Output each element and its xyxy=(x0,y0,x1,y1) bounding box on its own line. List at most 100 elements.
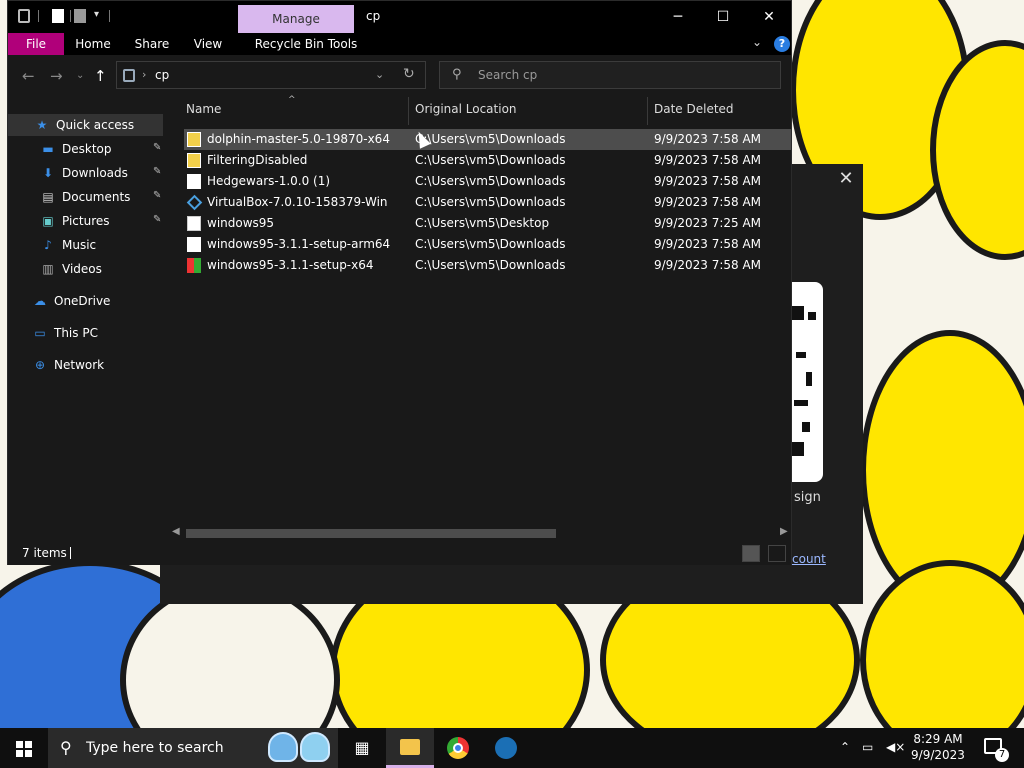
file-name: windows95-3.1.1-setup-x64 xyxy=(207,258,374,272)
sidebar-item-network[interactable]: ⊕ Network xyxy=(32,354,104,376)
sidebar-item-downloads[interactable]: ⬇ Downloads xyxy=(40,162,128,184)
title-bar: ▾ Manage cp ─ ☐ ✕ xyxy=(8,1,791,33)
file-explorer-icon[interactable] xyxy=(386,728,434,768)
search-highlight-icon[interactable] xyxy=(300,732,330,762)
table-row[interactable]: windows95-3.1.1-setup-x64 C:\Users\vm5\D… xyxy=(184,255,791,276)
pin-icon[interactable]: ✎ xyxy=(153,142,161,153)
file-name: windows95-3.1.1-setup-arm64 xyxy=(207,237,391,251)
installer-icon xyxy=(187,258,201,273)
column-divider[interactable] xyxy=(647,97,648,125)
column-header-original-location[interactable]: Original Location xyxy=(415,102,517,116)
file-icon xyxy=(187,237,201,252)
item-count: 7 items xyxy=(22,546,67,560)
tab-share[interactable]: Share xyxy=(132,33,172,55)
scrollbar-thumb[interactable] xyxy=(186,529,556,538)
chevron-down-icon[interactable]: ⌄ xyxy=(375,68,384,81)
file-name: FilteringDisabled xyxy=(207,153,308,167)
refresh-icon[interactable]: ↻ xyxy=(403,66,415,82)
recent-locations-icon[interactable]: ⌄ xyxy=(76,70,84,81)
search-icon: ⚲ xyxy=(60,738,72,757)
column-divider[interactable] xyxy=(408,97,409,125)
pin-icon[interactable]: ✎ xyxy=(153,190,161,201)
address-bar[interactable]: › cp ⌄ ↻ xyxy=(116,61,426,89)
sidebar-item-this-pc[interactable]: ▭ This PC xyxy=(32,322,98,344)
sidebar-item-videos[interactable]: ▥ Videos xyxy=(40,258,102,280)
expand-ribbon-icon[interactable]: ⌄ xyxy=(752,35,762,49)
zip-icon xyxy=(187,153,201,168)
close-icon[interactable]: ✕ xyxy=(746,1,792,33)
file-date: 9/9/2023 7:58 AM xyxy=(654,153,762,167)
column-header-name[interactable]: Name xyxy=(186,102,221,116)
music-icon: ♪ xyxy=(44,238,52,252)
large-icons-view-icon[interactable] xyxy=(768,545,786,562)
tab-view[interactable]: View xyxy=(190,33,226,55)
maximize-icon[interactable]: ☐ xyxy=(700,1,746,33)
divider xyxy=(109,10,110,22)
clock[interactable]: 8:29 AM 9/9/2023 xyxy=(908,731,968,763)
taskbar-search-input[interactable] xyxy=(86,738,266,758)
search-input[interactable] xyxy=(478,66,768,84)
sidebar-item-onedrive[interactable]: ☁ OneDrive xyxy=(32,290,110,312)
sidebar-item-quick-access[interactable]: ★ Quick access xyxy=(8,114,163,136)
sidebar-item-label: This PC xyxy=(54,326,98,340)
sidebar-item-music[interactable]: ♪ Music xyxy=(40,234,96,256)
tab-file[interactable]: File xyxy=(8,33,64,55)
chevron-right-icon[interactable]: › xyxy=(142,68,146,81)
sidebar-item-label: Music xyxy=(62,238,97,252)
steam-icon[interactable] xyxy=(482,728,530,768)
volume-muted-icon[interactable]: ◀× xyxy=(886,740,905,754)
sidebar-item-label: Quick access xyxy=(56,118,135,132)
sidebar-item-label: Documents xyxy=(62,190,131,204)
scroll-left-icon[interactable]: ◀ xyxy=(172,526,180,537)
close-icon[interactable]: ✕ xyxy=(837,170,855,188)
sidebar-item-label: Pictures xyxy=(62,214,110,228)
search-box[interactable]: ⚲ xyxy=(439,61,781,89)
chrome-icon[interactable] xyxy=(434,728,482,768)
search-highlight-icon[interactable] xyxy=(268,732,298,762)
new-folder-icon[interactable] xyxy=(74,9,86,23)
breadcrumb[interactable]: cp xyxy=(155,68,169,82)
table-row[interactable]: FilteringDisabled C:\Users\vm5\Downloads… xyxy=(184,150,791,171)
table-row[interactable]: VirtualBox-7.0.10-158379-Win C:\Users\vm… xyxy=(184,192,791,213)
taskbar-search[interactable]: ⚲ xyxy=(48,728,338,768)
tab-home[interactable]: Home xyxy=(72,33,114,55)
file-location: C:\Users\vm5\Desktop xyxy=(415,216,550,230)
manage-tab[interactable]: Manage xyxy=(238,5,354,33)
account-link[interactable]: count xyxy=(792,552,826,566)
properties-icon[interactable] xyxy=(52,9,64,23)
search-icon: ⚲ xyxy=(452,67,462,82)
tab-recycle-bin-tools[interactable]: Recycle Bin Tools xyxy=(246,33,366,55)
table-row[interactable]: windows95-3.1.1-setup-arm64 C:\Users\vm5… xyxy=(184,234,791,255)
clock-time: 8:29 AM xyxy=(913,732,963,746)
table-row[interactable]: windows95 C:\Users\vm5\Desktop 9/9/2023 … xyxy=(184,213,791,234)
task-view-icon[interactable]: ▦ xyxy=(338,728,386,768)
videos-icon: ▥ xyxy=(42,262,54,276)
windows-start-icon[interactable] xyxy=(0,728,48,768)
customize-quick-access-icon[interactable]: ▾ xyxy=(94,9,99,20)
pin-icon[interactable]: ✎ xyxy=(153,166,161,177)
minimize-icon[interactable]: ─ xyxy=(655,1,701,33)
table-row[interactable]: dolphin-master-5.0-19870-x64 C:\Users\vm… xyxy=(184,129,791,150)
sidebar-item-desktop[interactable]: ▬ Desktop xyxy=(40,138,111,160)
chevron-up-icon[interactable]: ⌃ xyxy=(840,740,850,754)
file-date: 9/9/2023 7:58 AM xyxy=(654,174,762,188)
ribbon-tabs: File Home Share View Recycle Bin Tools ⌄… xyxy=(8,33,791,55)
back-icon[interactable]: ← xyxy=(22,67,35,85)
details-view-icon[interactable] xyxy=(742,545,760,562)
window-title: cp xyxy=(366,9,381,23)
sidebar-item-documents[interactable]: ▤ Documents xyxy=(40,186,130,208)
scroll-right-icon[interactable]: ▶ xyxy=(780,526,788,537)
horizontal-scrollbar[interactable]: ◀ ▶ xyxy=(166,525,791,541)
table-row[interactable]: Hedgewars-1.0.0 (1) C:\Users\vm5\Downloa… xyxy=(184,171,791,192)
help-icon[interactable]: ? xyxy=(774,36,790,52)
recycle-bin-icon xyxy=(123,69,135,82)
up-icon[interactable]: ↑ xyxy=(94,67,107,85)
file-date: 9/9/2023 7:25 AM xyxy=(654,216,762,230)
column-header-date-deleted[interactable]: Date Deleted xyxy=(654,102,734,116)
network-icon[interactable]: ▭ xyxy=(862,740,873,754)
file-date: 9/9/2023 7:58 AM xyxy=(654,258,762,272)
sidebar-item-pictures[interactable]: ▣ Pictures xyxy=(40,210,110,232)
forward-icon[interactable]: → xyxy=(50,67,63,85)
pin-icon[interactable]: ✎ xyxy=(153,214,161,225)
file-location: C:\Users\vm5\Downloads xyxy=(415,153,566,167)
